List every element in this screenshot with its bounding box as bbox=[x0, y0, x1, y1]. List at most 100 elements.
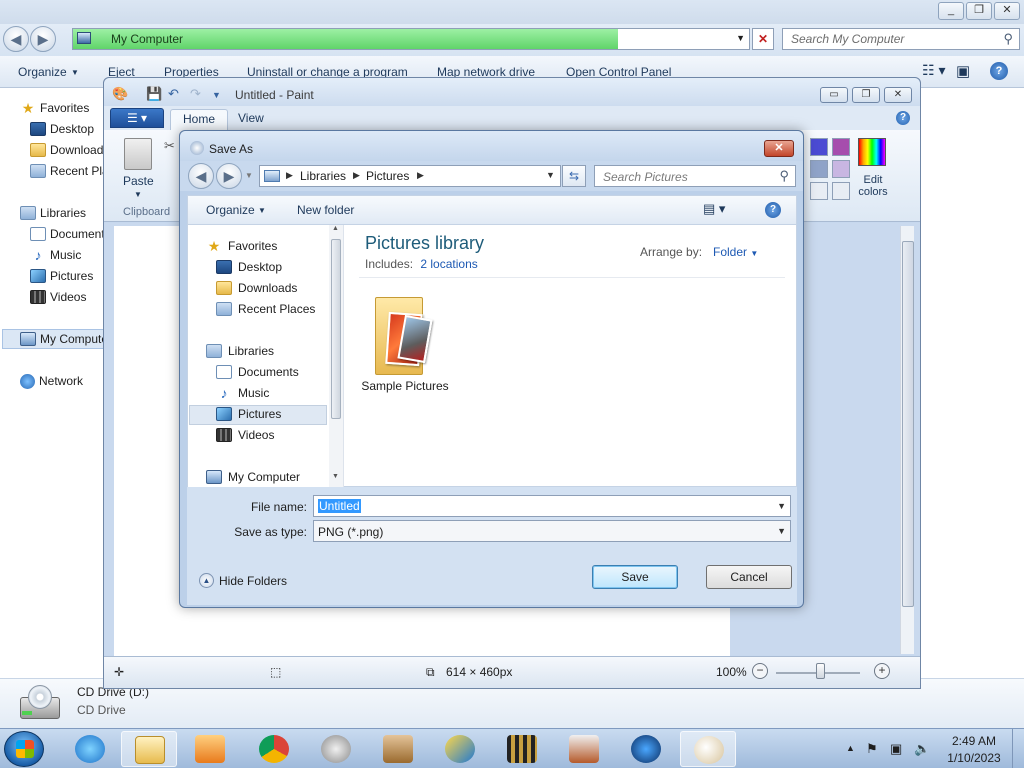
breadcrumb-libraries[interactable]: Libraries bbox=[300, 169, 346, 183]
nav-item-music[interactable]: ♪ Music bbox=[216, 384, 270, 402]
show-desktop-button[interactable] bbox=[1012, 729, 1024, 768]
taskbar-file-explorer[interactable] bbox=[121, 731, 177, 767]
color-swatch[interactable] bbox=[810, 160, 828, 178]
close-button[interactable]: ✕ bbox=[884, 87, 912, 103]
paste-button[interactable]: Paste bbox=[123, 174, 154, 188]
nav-item-my-computer[interactable]: My Computer bbox=[206, 468, 300, 486]
sidebar-item-network[interactable]: Network bbox=[20, 372, 83, 390]
taskbar-security[interactable] bbox=[308, 731, 364, 767]
taskbar-chrome[interactable] bbox=[246, 731, 302, 767]
save-as-type-select[interactable]: PNG (*.png) ▼ bbox=[313, 520, 791, 542]
sidebar-item-pictures[interactable]: Pictures bbox=[30, 267, 93, 285]
color-swatch[interactable] bbox=[810, 182, 828, 200]
clipboard-icon[interactable] bbox=[124, 138, 152, 170]
help-icon[interactable]: ? bbox=[765, 202, 781, 218]
paint-menu-button[interactable]: ☰ ▾ bbox=[110, 108, 164, 128]
color-swatch[interactable] bbox=[810, 138, 828, 156]
flag-icon[interactable]: ⚑ bbox=[866, 741, 878, 757]
taskbar-network-app[interactable] bbox=[432, 731, 488, 767]
taskbar-installer[interactable] bbox=[556, 731, 612, 767]
save-icon[interactable]: 💾 bbox=[146, 86, 162, 102]
taskbar-internet-explorer[interactable] bbox=[62, 731, 118, 767]
color-swatch[interactable] bbox=[832, 138, 850, 156]
nav-item-documents[interactable]: Documents bbox=[216, 363, 299, 381]
locations-link[interactable]: 2 locations bbox=[420, 257, 477, 271]
cut-icon[interactable]: ✂ bbox=[164, 138, 175, 154]
minimize-button[interactable]: _ bbox=[938, 2, 964, 20]
refresh-button[interactable]: ⇆ bbox=[562, 165, 586, 187]
color-swatch[interactable] bbox=[832, 182, 850, 200]
navigation-scrollbar[interactable]: ▲ ▼ bbox=[329, 225, 343, 487]
scrollbar-thumb[interactable] bbox=[902, 241, 914, 607]
nav-item-videos[interactable]: Videos bbox=[216, 426, 274, 444]
forward-button[interactable]: ▶ bbox=[30, 26, 56, 52]
clock-time[interactable]: 2:49 AM bbox=[944, 734, 1004, 748]
recent-locations-icon[interactable]: ▼ bbox=[245, 171, 253, 180]
sidebar-item-downloads[interactable]: Downloads bbox=[30, 141, 109, 159]
close-button[interactable]: ✕ bbox=[994, 2, 1020, 20]
taskbar-paint[interactable] bbox=[680, 731, 736, 767]
nav-item-recent-places[interactable]: Recent Places bbox=[216, 300, 315, 318]
scrollbar-thumb[interactable] bbox=[331, 239, 341, 419]
nav-item-favorites[interactable]: ★ Favorites bbox=[206, 237, 278, 255]
preview-pane-icon[interactable]: ▣ bbox=[956, 62, 970, 80]
chevron-down-icon[interactable]: ▼ bbox=[777, 501, 786, 511]
sidebar-item-libraries[interactable]: Libraries bbox=[20, 204, 86, 222]
dialog-address-bar[interactable]: ▶ Libraries ▶ Pictures ▶ ▼ bbox=[259, 165, 561, 187]
folder-item-sample-pictures[interactable]: Sample Pictures bbox=[355, 289, 455, 399]
arrange-by-dropdown[interactable]: Folder ▼ bbox=[713, 245, 758, 259]
save-button[interactable]: Save bbox=[592, 565, 678, 589]
edit-colors-button[interactable]: Edit colors bbox=[856, 174, 890, 198]
zoom-slider-thumb[interactable] bbox=[816, 663, 825, 679]
new-folder-button[interactable]: New folder bbox=[297, 203, 354, 217]
scroll-down-icon[interactable]: ▼ bbox=[332, 473, 339, 480]
undo-icon[interactable]: ↶ bbox=[168, 86, 179, 102]
nav-item-downloads[interactable]: Downloads bbox=[216, 279, 297, 297]
cancel-button[interactable]: Cancel bbox=[706, 565, 792, 589]
help-icon[interactable]: ? bbox=[990, 62, 1008, 80]
sidebar-item-favorites[interactable]: ★ Favorites bbox=[20, 99, 90, 117]
explorer-address-bar[interactable]: My Computer ▼ bbox=[72, 28, 750, 50]
taskbar-cleanup[interactable] bbox=[370, 731, 426, 767]
vertical-scrollbar[interactable] bbox=[900, 226, 914, 654]
view-options-icon[interactable]: ☷ ▾ bbox=[922, 62, 945, 79]
organize-menu[interactable]: Organize bbox=[18, 65, 67, 79]
dialog-close-button[interactable]: ✕ bbox=[764, 140, 794, 157]
sidebar-item-my-computer[interactable]: My Computer bbox=[20, 330, 112, 348]
redo-icon[interactable]: ↷ bbox=[190, 86, 201, 102]
zoom-in-button[interactable]: + bbox=[874, 663, 890, 679]
customize-toolbar-icon[interactable]: ▼ bbox=[212, 90, 221, 100]
nav-item-libraries[interactable]: Libraries bbox=[206, 342, 274, 360]
address-dropdown-icon[interactable]: ▼ bbox=[546, 170, 555, 180]
sidebar-item-desktop[interactable]: Desktop bbox=[30, 120, 94, 138]
view-options-icon[interactable]: ▤ ▾ bbox=[703, 201, 725, 217]
volume-icon[interactable]: 🔈 bbox=[914, 741, 930, 757]
forward-button[interactable]: ▶ bbox=[216, 163, 242, 189]
nav-item-desktop[interactable]: Desktop bbox=[216, 258, 282, 276]
sidebar-item-music[interactable]: ♪ Music bbox=[30, 246, 82, 264]
explorer-search-input[interactable]: Search My Computer ⚲ bbox=[782, 28, 1020, 50]
edit-colors-icon[interactable] bbox=[858, 138, 886, 166]
sidebar-item-documents[interactable]: Documents bbox=[30, 225, 111, 243]
tab-home[interactable]: Home bbox=[170, 109, 229, 130]
minimize-button[interactable]: ▭ bbox=[820, 87, 848, 103]
network-icon[interactable]: ▣ bbox=[890, 741, 902, 757]
file-name-field[interactable]: Untitled ▼ bbox=[313, 495, 791, 517]
taskbar-movie-maker[interactable] bbox=[494, 731, 550, 767]
help-icon[interactable]: ? bbox=[896, 111, 910, 125]
stop-loading-button[interactable]: ✕ bbox=[752, 28, 774, 50]
dialog-search-input[interactable]: Search Pictures ⚲ bbox=[594, 165, 796, 187]
taskbar-media-center[interactable] bbox=[182, 731, 238, 767]
zoom-out-button[interactable]: − bbox=[752, 663, 768, 679]
sidebar-item-videos[interactable]: Videos bbox=[30, 288, 86, 306]
taskbar-media-player[interactable] bbox=[618, 731, 674, 767]
breadcrumb-pictures[interactable]: Pictures bbox=[366, 169, 409, 183]
restore-button[interactable]: ❐ bbox=[966, 2, 992, 20]
tab-view[interactable]: View bbox=[226, 109, 276, 130]
color-swatch[interactable] bbox=[832, 160, 850, 178]
hide-folders-button[interactable]: ▲ Hide Folders bbox=[199, 573, 287, 588]
restore-button[interactable]: ❐ bbox=[852, 87, 880, 103]
organize-menu[interactable]: Organize bbox=[206, 203, 255, 217]
show-hidden-icons-icon[interactable]: ▲ bbox=[846, 743, 855, 753]
clock-date[interactable]: 1/10/2023 bbox=[944, 751, 1004, 765]
